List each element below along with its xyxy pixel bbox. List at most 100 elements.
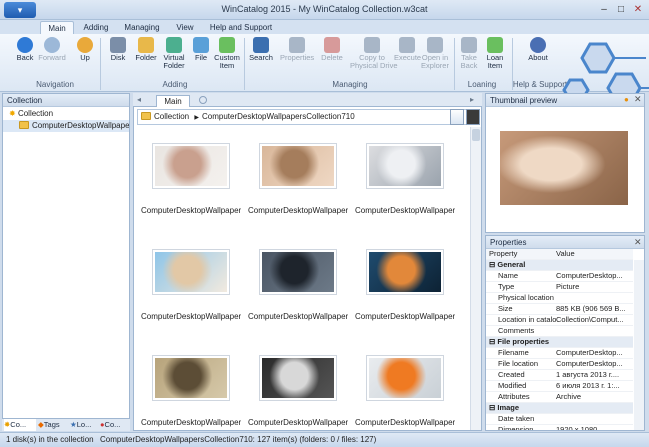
- tab-scroll-left-icon[interactable]: ◂: [137, 95, 141, 104]
- property-row[interactable]: Attributes Archive: [486, 391, 633, 403]
- thumbnail-item[interactable]: ComputerDesktopWallpaper...: [141, 355, 241, 427]
- breadcrumb[interactable]: Collection ▶ ComputerDesktopWallpapersCol…: [137, 109, 467, 125]
- open-explorer-icon: [427, 37, 443, 53]
- delete-button[interactable]: Delete: [318, 37, 346, 81]
- view-mode-button[interactable]: [450, 109, 464, 125]
- tab-main[interactable]: Main: [40, 21, 74, 34]
- thumbnail-item[interactable]: ComputerDesktopWallpaper...: [355, 249, 455, 321]
- search-button[interactable]: Search: [248, 37, 274, 81]
- thumbnail-image: [369, 358, 441, 398]
- about-button[interactable]: About: [526, 37, 550, 81]
- ribbon-button-label: Disk: [110, 53, 126, 62]
- property-category-label: ⊟ General: [486, 260, 633, 271]
- property-value: ComputerDesktop...: [556, 347, 633, 359]
- property-category[interactable]: ⊟ Image: [486, 402, 633, 414]
- tree-item-label: Collection: [17, 109, 54, 118]
- property-row[interactable]: Modified 6 июля 2013 г. 1:...: [486, 380, 633, 392]
- close-panel-icon[interactable]: ✕: [634, 94, 642, 105]
- forward-button[interactable]: Forward: [38, 37, 66, 81]
- copy-to-physical-drive-button[interactable]: Copy to Physical Drive: [350, 37, 398, 81]
- thumbnail-item[interactable]: ComputerDesktopWallpaper...: [355, 143, 455, 215]
- property-row[interactable]: Name ComputerDesktop...: [486, 270, 633, 282]
- tab-managing[interactable]: Managing: [120, 21, 164, 34]
- property-row[interactable]: Dimension 1920 x 1080: [486, 424, 633, 430]
- properties-scrollbar[interactable]: [634, 260, 644, 430]
- take-back-button[interactable]: Take Back: [458, 37, 480, 81]
- tab-new[interactable]: [192, 95, 214, 107]
- thumbnail-item[interactable]: ComputerDesktopWallpaper...: [141, 249, 241, 321]
- maximize-icon[interactable]: □: [613, 3, 629, 17]
- tab-scroll-right-icon[interactable]: ▸: [470, 95, 474, 104]
- add-folder-icon: [138, 37, 154, 53]
- thumbnail-frame: [259, 249, 337, 295]
- tab-loans[interactable]: ★Lo...: [70, 419, 98, 431]
- ribbon-button-label: Properties: [280, 53, 315, 62]
- properties-rows: ⊟ General Name ComputerDesktop... Type Pictu…: [486, 260, 633, 430]
- thumbnail-item[interactable]: ComputerDesktopWallpaper...: [248, 355, 348, 427]
- tab-adding[interactable]: Adding: [78, 21, 114, 34]
- execute-button[interactable]: Execute: [394, 37, 421, 81]
- back-button[interactable]: Back: [14, 37, 36, 81]
- thumbnail-preview-panel: Thumbnail preview: [485, 93, 645, 233]
- virtual-folder-button[interactable]: Virtual Folder: [160, 37, 188, 81]
- tab-help-and-support[interactable]: Help and Support: [206, 21, 276, 34]
- property-value: 1920 x 1080: [556, 424, 633, 430]
- custom-item-button[interactable]: Custom Item: [213, 37, 241, 81]
- folder-icon: [19, 121, 29, 129]
- file-button[interactable]: File: [191, 37, 211, 81]
- thumbnail-image: [369, 252, 441, 292]
- thumbnail-item[interactable]: ComputerDesktopWallpaper...: [248, 143, 348, 215]
- property-category[interactable]: ⊟ File properties: [486, 336, 633, 348]
- property-row[interactable]: File location ComputerDesktop...: [486, 358, 633, 370]
- thumbnail-item[interactable]: ComputerDesktopWallpaper...: [355, 355, 455, 427]
- scrollbar-thumb[interactable]: [472, 129, 480, 141]
- disk-button[interactable]: Disk: [108, 37, 128, 81]
- thumbnail-item[interactable]: ComputerDesktopWallpaper...: [248, 249, 348, 321]
- property-category[interactable]: ⊟ General: [486, 260, 633, 271]
- close-panel-icon[interactable]: ✕: [634, 237, 642, 248]
- property-name: File location: [486, 358, 556, 370]
- thumbnail-frame: [152, 355, 230, 401]
- column-header-property: Property: [486, 249, 556, 260]
- thumbnail-caption: ComputerDesktopWallpaper...: [141, 312, 241, 321]
- property-row[interactable]: Location in catalog Collection\Comput...: [486, 314, 633, 326]
- minimize-icon[interactable]: –: [596, 3, 612, 17]
- ribbon-button-label: About: [528, 53, 548, 62]
- tab-view[interactable]: View: [170, 21, 200, 34]
- tree-item-collection[interactable]: ✸ Collection: [3, 108, 129, 120]
- folder-button[interactable]: Folder: [134, 37, 158, 81]
- thumbnail-image: [155, 252, 227, 292]
- open-in-explorer-button[interactable]: Open in Explorer: [420, 37, 450, 81]
- property-row[interactable]: Type Picture: [486, 281, 633, 293]
- properties-button[interactable]: Properties: [280, 37, 314, 81]
- thumbnail-frame: [152, 143, 230, 189]
- tab-collection[interactable]: ✸Co...: [4, 419, 36, 431]
- up-button[interactable]: Up: [76, 37, 94, 81]
- property-row[interactable]: Comments: [486, 325, 633, 337]
- thumbnail-preview-header: Thumbnail preview: [486, 94, 644, 107]
- property-row[interactable]: Size 885 KB (906 569 B...: [486, 303, 633, 315]
- property-value: Collection\Comput...: [556, 314, 633, 326]
- thumbnail-item[interactable]: ComputerDesktopWallpaper...: [141, 143, 241, 215]
- loan-item-button[interactable]: Loan Item: [484, 37, 506, 81]
- breadcrumb-item-folder[interactable]: ComputerDesktopWallpapersCollection710: [202, 112, 355, 121]
- property-row[interactable]: Date taken: [486, 413, 633, 425]
- tab-main-view[interactable]: Main: [156, 95, 190, 107]
- thumbnail-caption: ComputerDesktopWallpaper...: [141, 206, 241, 215]
- property-row[interactable]: Physical location: [486, 292, 633, 304]
- pin-icon[interactable]: ●: [624, 95, 629, 104]
- tab-contacts[interactable]: ●Co...: [100, 419, 130, 431]
- close-icon[interactable]: ✕: [630, 3, 646, 17]
- tab-label: Lo...: [76, 420, 92, 429]
- options-button[interactable]: [466, 109, 480, 125]
- vertical-scrollbar[interactable]: [470, 127, 481, 430]
- breadcrumb-item-collection[interactable]: Collection: [154, 112, 189, 121]
- thumbnail-caption: ComputerDesktopWallpaper...: [248, 312, 348, 321]
- tab-tags[interactable]: ◆Tags: [38, 419, 68, 431]
- thumbnail-image: [262, 358, 334, 398]
- property-row[interactable]: Filename ComputerDesktop...: [486, 347, 633, 359]
- tree-item-wallpapers-folder[interactable]: ComputerDesktopWallpapersCollection710: [3, 120, 129, 132]
- back-arrow-icon: [17, 37, 33, 53]
- property-row[interactable]: Created 1 августа 2013 г....: [486, 369, 633, 381]
- preview-image: [500, 131, 628, 205]
